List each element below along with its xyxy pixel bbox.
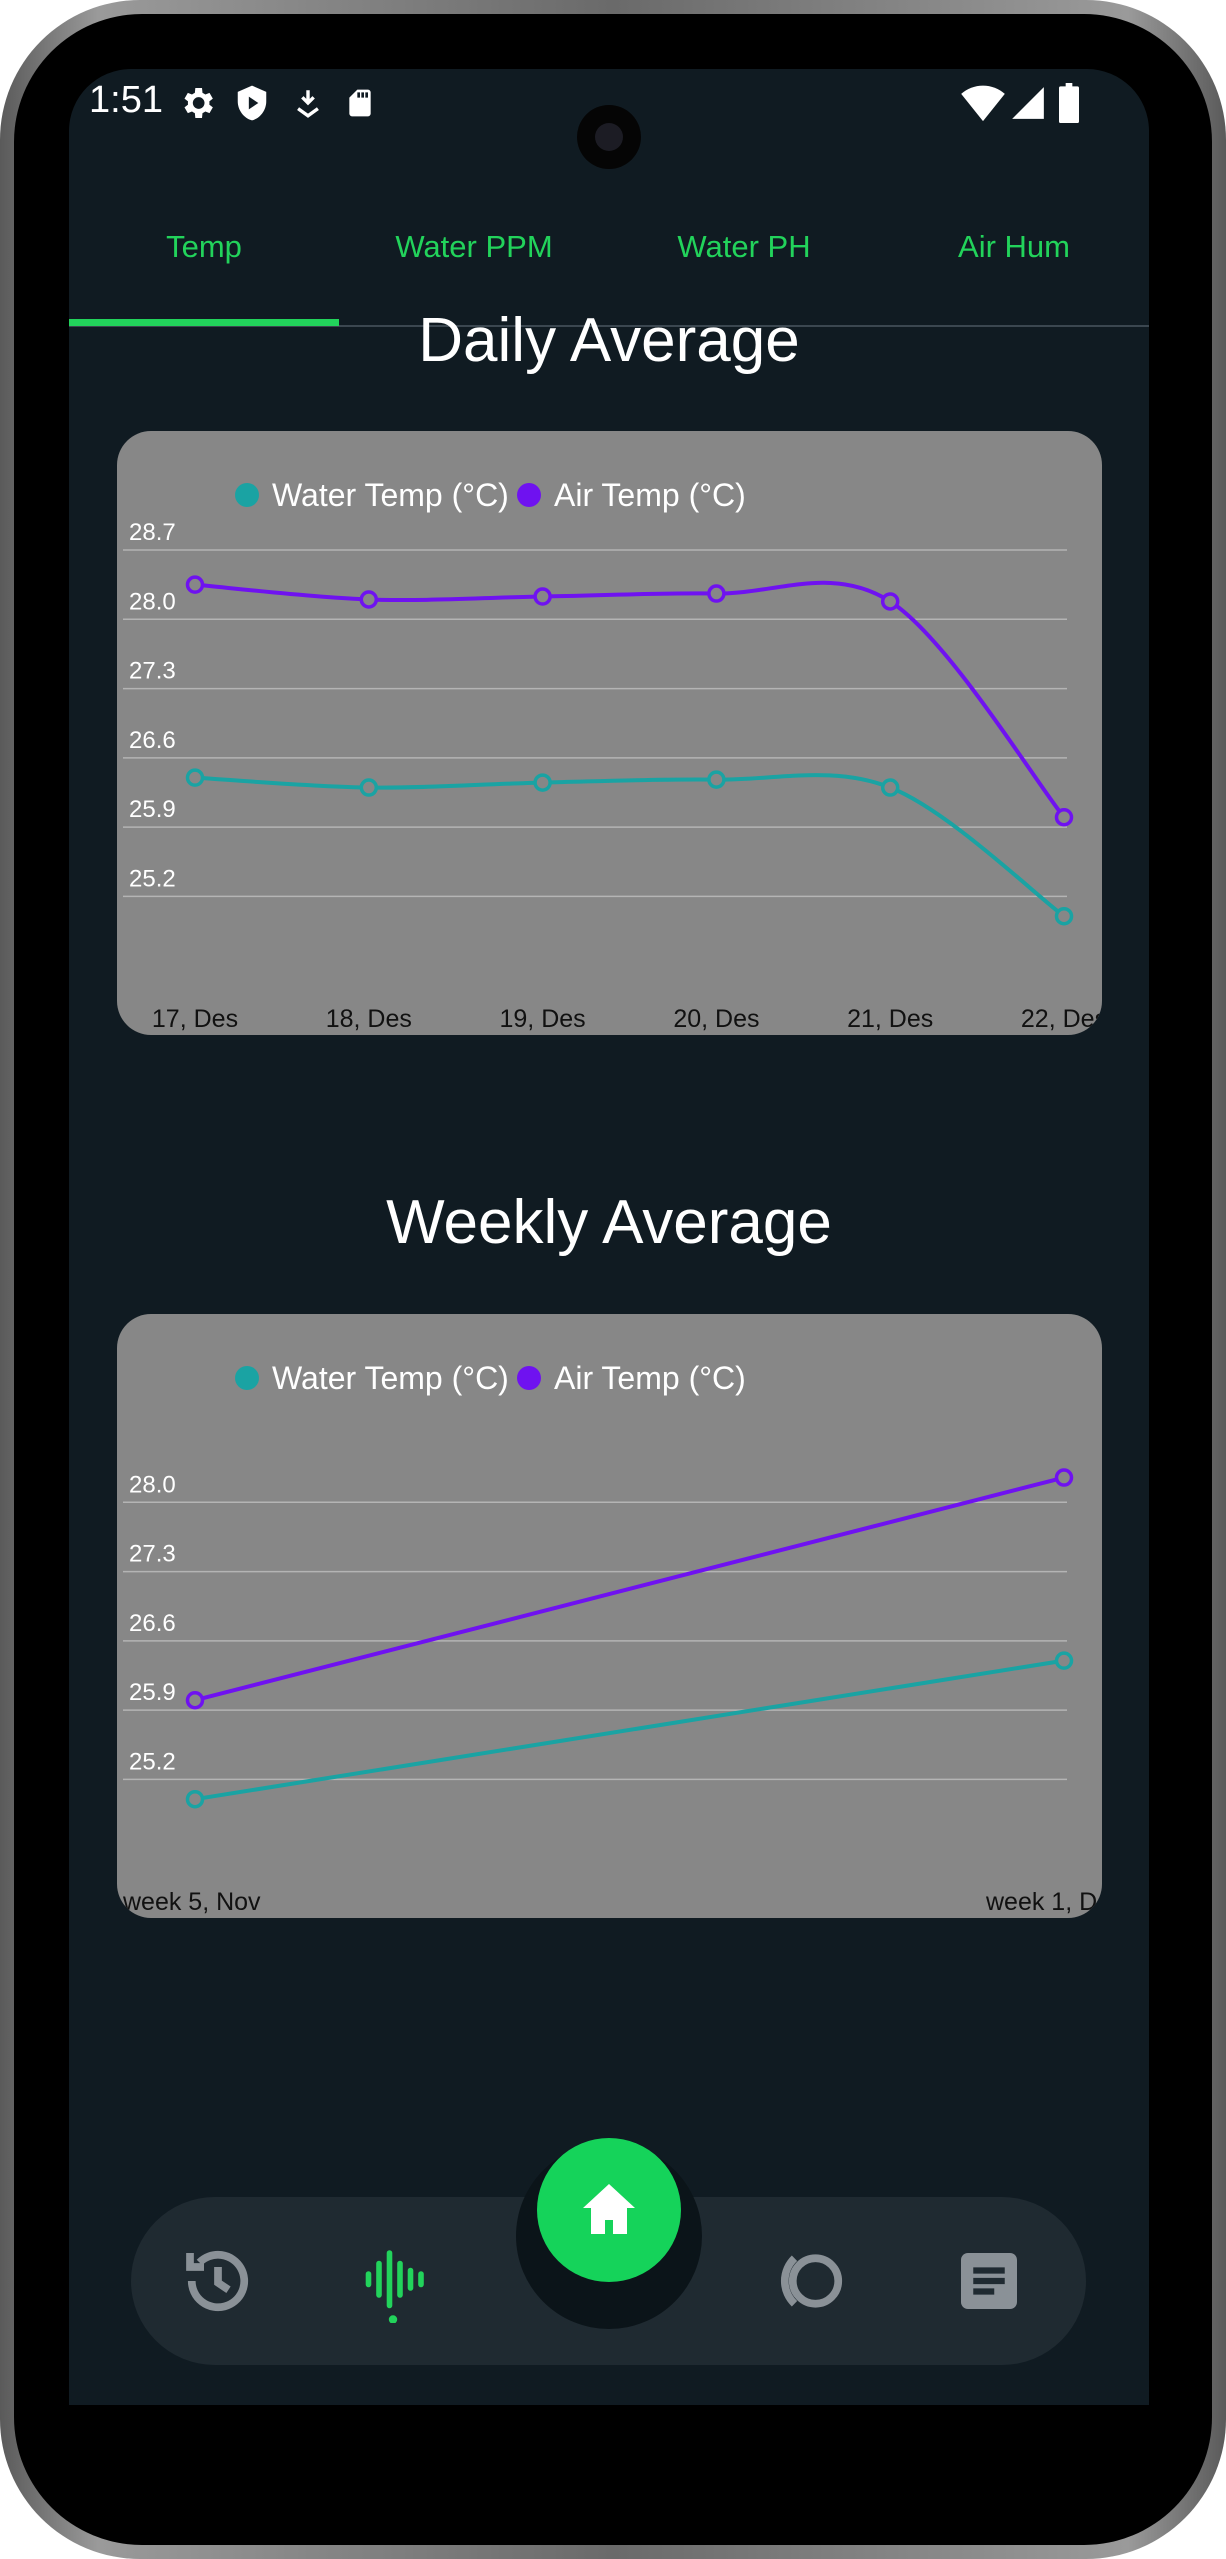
tab-bar: Temp Water PPM Water PH Air Hum — [69, 169, 1149, 327]
weekly-legend-label-0: Water Temp (°C) — [272, 1360, 509, 1396]
daily-data-point[interactable] — [185, 768, 205, 787]
daily-legend-marker-1 — [517, 483, 541, 507]
daily-data-point[interactable] — [359, 590, 379, 609]
weekly-data-point[interactable] — [1054, 1468, 1074, 1487]
daily-chart: Water Temp (°C) Air Temp (°C) 28.7 28.0 27.3… — [123, 477, 1102, 1033]
daily-legend-label-0: Water Temp (°C) — [272, 477, 509, 513]
front-camera — [577, 105, 641, 169]
shield-play-icon — [237, 85, 267, 121]
daily-data-point[interactable] — [533, 773, 552, 792]
nav-history[interactable] — [176, 2239, 260, 2323]
weekly-data-point[interactable] — [185, 1789, 205, 1809]
weekly-average-title: Weekly Average — [386, 1188, 832, 1257]
weekly-y-tick-label: 28.0 — [129, 1471, 176, 1498]
daily-data-point[interactable] — [880, 778, 900, 797]
daily-legend-marker-0 — [235, 483, 259, 507]
home-button[interactable] — [537, 2138, 681, 2282]
weekly-series-line-1 — [194, 1475, 1065, 1703]
daily-y-tick-label: 27.3 — [129, 658, 176, 685]
daily-data-point[interactable] — [707, 770, 726, 789]
daily-x-tick-label: 20, Des — [673, 1005, 759, 1033]
weekly-y-tick-label: 26.6 — [129, 1610, 176, 1637]
settings-icon — [184, 88, 213, 118]
hotspot-icon — [781, 2254, 843, 2308]
daily-x-tick-label: 19, Des — [500, 1005, 586, 1033]
daily-x-tick-label: 17, Des — [152, 1005, 238, 1033]
weekly-y-tick-label: 25.2 — [129, 1748, 176, 1775]
status-time: 1:51 — [89, 79, 163, 121]
daily-y-tick-label: 28.7 — [129, 519, 176, 546]
sd-card-icon — [349, 89, 371, 117]
app-screen: 1:51 Temp Water PPM Water PH Air Hum Dai… — [69, 69, 1149, 2405]
daily-x-tick-label: 22, Des — [1021, 1005, 1102, 1033]
weekly-legend-label-1: Air Temp (°C) — [554, 1360, 746, 1396]
daily-data-point[interactable] — [707, 584, 726, 603]
sound-wave-icon — [365, 2250, 424, 2324]
daily-data-point[interactable] — [185, 575, 205, 594]
daily-y-tick-label: 26.6 — [129, 727, 176, 754]
daily-data-point[interactable] — [533, 587, 552, 606]
weekly-x-tick-label: week 1, Des — [985, 1888, 1102, 1916]
weekly-x-tick-label: week 5, Nov — [122, 1888, 261, 1916]
tab-air-hum[interactable]: Air Hum — [879, 169, 1149, 325]
daily-chart-card: Water Temp (°C) Air Temp (°C) 28.7 28.0 27.3… — [117, 431, 1102, 1035]
weekly-legend-marker-0 — [235, 1366, 259, 1390]
weekly-y-tick-label: 25.9 — [129, 1679, 176, 1706]
daily-data-point[interactable] — [880, 592, 900, 611]
weekly-y-tick-label: 27.3 — [129, 1541, 176, 1568]
daily-x-tick-label: 21, Des — [847, 1005, 933, 1033]
battery-icon — [1059, 83, 1079, 123]
nav-hotspot[interactable] — [770, 2239, 854, 2323]
tab-water-ph[interactable]: Water PH — [609, 169, 879, 325]
daily-y-tick-label: 25.9 — [129, 796, 176, 823]
daily-data-point[interactable] — [1054, 906, 1074, 926]
weekly-chart-card: Water Temp (°C) Air Temp (°C) 28.0 27.3 26.6… — [117, 1314, 1102, 1918]
signal-icon — [1012, 87, 1044, 119]
tab-temp[interactable]: Temp — [69, 169, 339, 325]
daily-x-tick-label: 18, Des — [326, 1005, 412, 1033]
weekly-chart: Water Temp (°C) Air Temp (°C) 28.0 27.3 26.6… — [122, 1360, 1102, 1916]
notes-icon — [961, 2253, 1017, 2309]
weekly-series-line-0 — [194, 1658, 1065, 1802]
daily-series-line-0 — [194, 773, 1066, 918]
daily-y-tick-label: 28.0 — [129, 588, 176, 615]
history-icon — [186, 2250, 249, 2312]
daily-average-title: Daily Average — [418, 306, 800, 375]
daily-data-point[interactable] — [359, 778, 379, 797]
nav-notes[interactable] — [947, 2239, 1031, 2323]
weekly-data-point[interactable] — [185, 1690, 205, 1710]
weekly-legend-marker-1 — [517, 1366, 541, 1390]
download-icon — [297, 90, 319, 118]
home-icon — [583, 2184, 635, 2234]
daily-data-point[interactable] — [1054, 807, 1074, 827]
daily-legend-label-1: Air Temp (°C) — [554, 477, 746, 513]
weekly-data-point[interactable] — [1054, 1651, 1074, 1670]
nav-sound[interactable] — [351, 2239, 435, 2324]
daily-y-tick-label: 25.2 — [129, 865, 176, 892]
wifi-icon — [961, 85, 1005, 122]
tab-water-ppm[interactable]: Water PPM — [339, 169, 609, 325]
